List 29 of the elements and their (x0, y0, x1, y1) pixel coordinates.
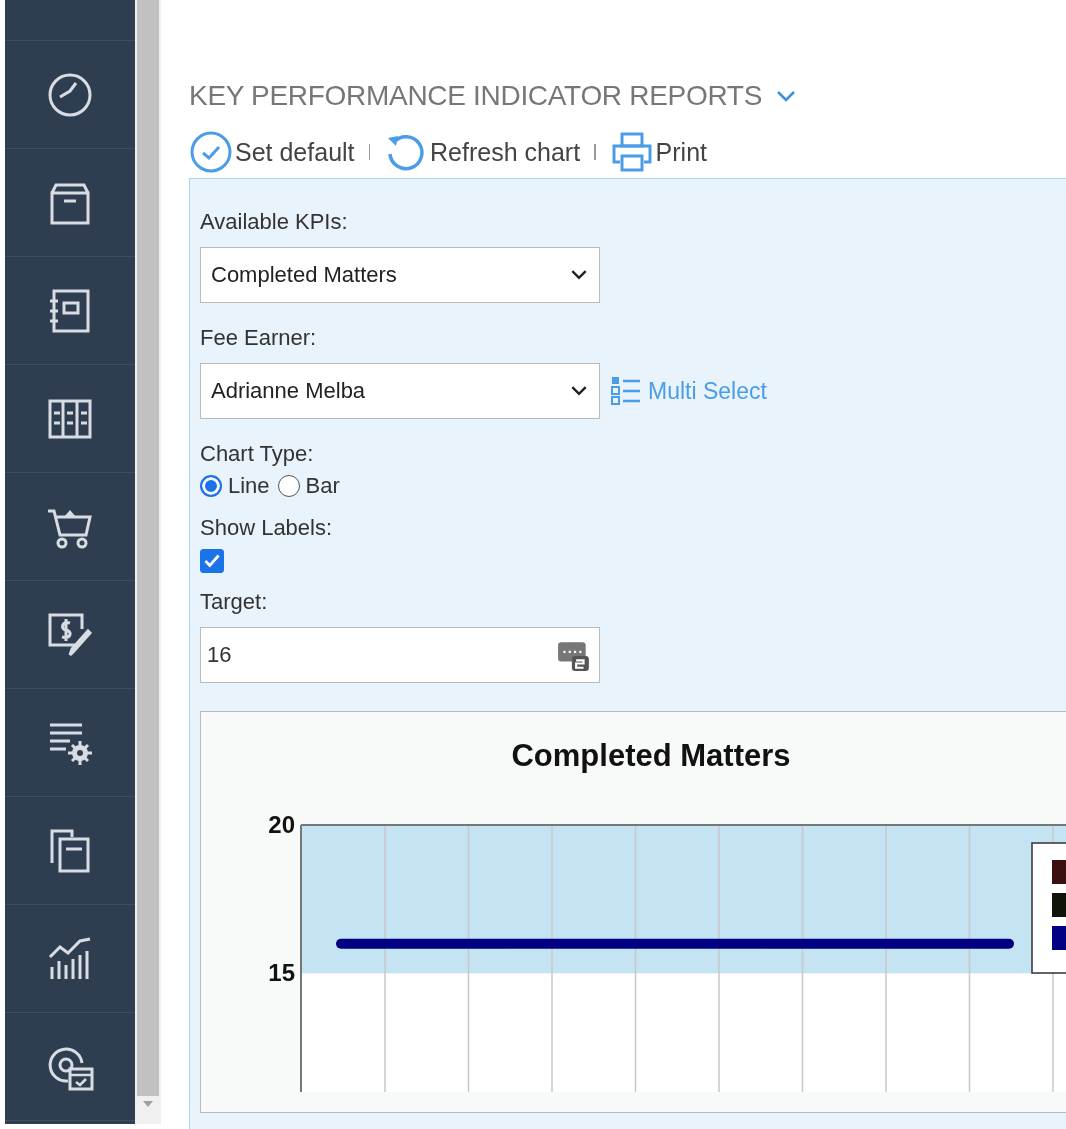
check-circle-icon (189, 130, 233, 174)
field-label: Show Labels: (200, 515, 334, 541)
chevron-down-icon[interactable] (776, 90, 796, 102)
toolbar-button[interactable]: Print (609, 130, 707, 174)
page-title: KEY PERFORMANCE INDICATOR REPORTS (189, 80, 762, 112)
axis-tick-label: 15 (268, 959, 295, 987)
radio-option[interactable]: Bar (277, 473, 340, 499)
separator (594, 144, 596, 160)
axis-tick-label: 20 (268, 811, 295, 838)
caret-icon (571, 270, 587, 280)
radio-option[interactable]: Line (200, 473, 270, 499)
caret-icon (571, 386, 587, 396)
fee-earner-dropdown[interactable]: Adrianne Melba (200, 363, 600, 419)
chart-title: Completed Matters (511, 738, 791, 773)
field-label: Fee Earner: (200, 325, 318, 351)
scroll-thumb[interactable] (137, 0, 159, 1096)
scrollbar[interactable] (135, 0, 161, 1124)
field-label: Chart Type: (200, 441, 315, 467)
toolbar-button[interactable]: Refresh chart (384, 130, 581, 174)
radio-button[interactable] (200, 475, 222, 497)
radio-button[interactable] (277, 475, 300, 497)
kpi-dropdown[interactable]: Completed Matters (200, 247, 600, 303)
show-labels-checkbox[interactable] (200, 549, 224, 573)
target-field[interactable]: 16 (200, 627, 600, 683)
field-label: Available KPIs: (200, 209, 349, 235)
separator (368, 144, 371, 160)
toolbar-button[interactable]: Set default (189, 130, 355, 174)
list-icon (610, 375, 642, 407)
field-label: Target: (200, 589, 269, 615)
